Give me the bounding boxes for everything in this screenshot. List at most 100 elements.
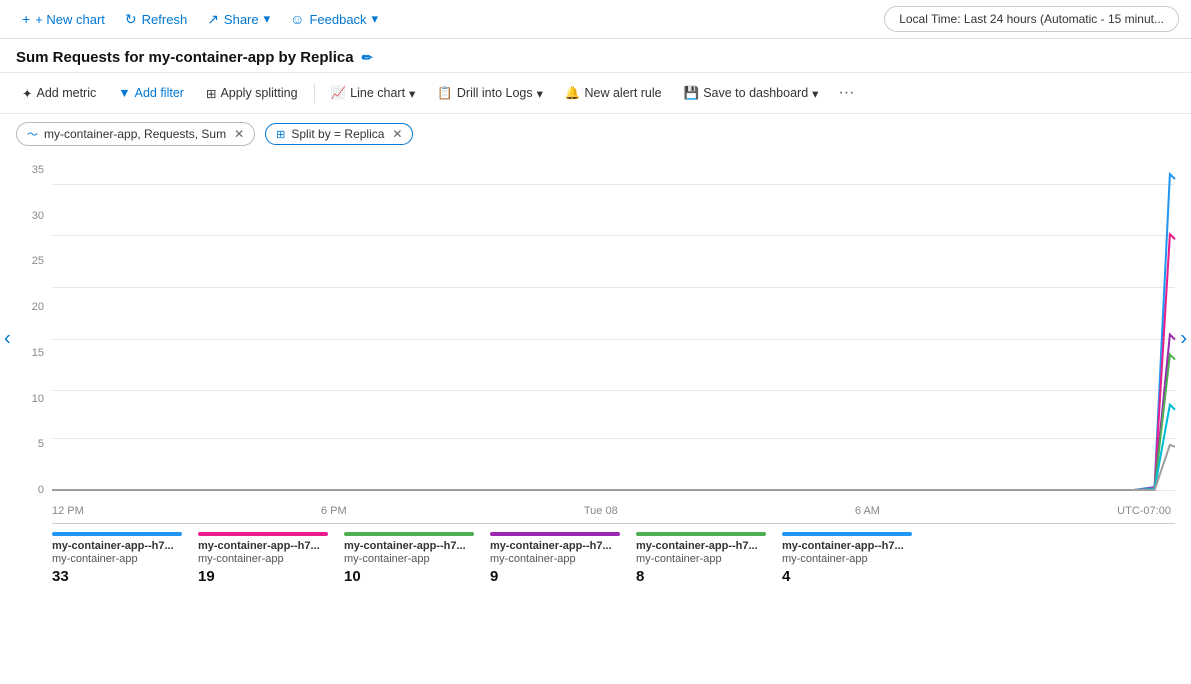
legend-item: my-container-app--h7... my-container-app…	[344, 532, 474, 585]
legend-sub: my-container-app	[52, 553, 182, 565]
add-filter-label: Add filter	[135, 86, 184, 100]
legend-color-bar	[52, 532, 182, 536]
plus-icon: +	[22, 11, 30, 27]
drill-chevron-icon: ▾	[537, 86, 543, 101]
line-chart-icon: 📈	[331, 86, 347, 101]
more-icon: ···	[838, 84, 854, 101]
x-utc: UTC-07:00	[1117, 505, 1171, 517]
save-to-dashboard-button[interactable]: 💾 Save to dashboard ▾	[674, 81, 829, 106]
x-12pm: 12 PM	[52, 505, 84, 517]
legend-item: my-container-app--h7... my-container-app…	[198, 532, 328, 585]
share-icon: ↗	[207, 11, 219, 28]
legend-sub: my-container-app	[344, 553, 474, 565]
metric-chip-icon: 〜	[27, 126, 38, 142]
add-metric-label: Add metric	[36, 86, 96, 100]
page-title-row: Sum Requests for my-container-app by Rep…	[0, 39, 1191, 72]
filter-row: 〜 my-container-app, Requests, Sum ✕ ⊞ Sp…	[0, 114, 1191, 154]
legend-value: 8	[636, 568, 766, 585]
legend-value: 9	[490, 568, 620, 585]
y-axis: 35 30 25 20 15 10 5 0	[16, 154, 52, 524]
y-10: 10	[16, 393, 44, 405]
legend-name: my-container-app--h7...	[198, 540, 328, 552]
more-options-button[interactable]: ···	[830, 79, 862, 107]
metric-chip-close[interactable]: ✕	[234, 127, 244, 141]
x-tue: Tue 08	[584, 505, 618, 517]
legend-item: my-container-app--h7... my-container-app…	[782, 532, 912, 585]
drill-logs-label: Drill into Logs	[457, 86, 533, 100]
legend-name: my-container-app--h7...	[344, 540, 474, 552]
legend-sub: my-container-app	[782, 553, 912, 565]
y-20: 20	[16, 301, 44, 313]
line-chart-chevron-icon: ▾	[409, 86, 415, 101]
share-chevron-icon: ▾	[264, 11, 271, 27]
legend-name: my-container-app--h7...	[490, 540, 620, 552]
logs-icon: 📋	[437, 86, 453, 101]
save-icon: 💾	[684, 86, 700, 101]
chart-plot: 12 PM 6 PM Tue 08 6 AM UTC-07:00	[52, 154, 1175, 524]
add-metric-button[interactable]: ✦ Add metric	[12, 81, 106, 106]
y-0: 0	[16, 484, 44, 496]
share-button[interactable]: ↗ Share ▾	[197, 7, 280, 32]
feedback-icon: ☺	[290, 11, 304, 27]
nav-arrow-right[interactable]: ›	[1176, 324, 1191, 355]
add-filter-button[interactable]: ▼ Add filter	[108, 81, 194, 105]
legend-sub: my-container-app	[198, 553, 328, 565]
page-title: Sum Requests for my-container-app by Rep…	[16, 49, 354, 66]
y-15: 15	[16, 347, 44, 359]
legend-color-bar	[490, 532, 620, 536]
legend-sub: my-container-app	[490, 553, 620, 565]
edit-title-icon[interactable]: ✏	[362, 50, 373, 66]
chart-container: 35 30 25 20 15 10 5 0	[0, 154, 1191, 524]
y-30: 30	[16, 210, 44, 222]
refresh-icon: ↻	[125, 11, 137, 28]
legend-name: my-container-app--h7...	[52, 540, 182, 552]
x-6am: 6 AM	[855, 505, 880, 517]
apply-splitting-label: Apply splitting	[220, 86, 297, 100]
save-chevron-icon: ▾	[812, 86, 818, 101]
legend-color-bar	[782, 532, 912, 536]
filter-icon: ▼	[118, 86, 130, 100]
legend-sub: my-container-app	[636, 553, 766, 565]
chart-inner: 35 30 25 20 15 10 5 0	[16, 154, 1175, 524]
legend-color-bar	[198, 532, 328, 536]
time-range-button[interactable]: Local Time: Last 24 hours (Automatic - 1…	[884, 6, 1179, 32]
x-axis: 12 PM 6 PM Tue 08 6 AM UTC-07:00	[52, 501, 1175, 517]
y-35: 35	[16, 164, 44, 176]
legend-value: 33	[52, 568, 182, 585]
drill-into-logs-button[interactable]: 📋 Drill into Logs ▾	[427, 81, 553, 106]
new-alert-rule-button[interactable]: 🔔 New alert rule	[555, 81, 672, 106]
legend-value: 19	[198, 568, 328, 585]
x-6pm: 6 PM	[321, 505, 347, 517]
line-chart-label: Line chart	[350, 86, 405, 100]
split-chip-label: Split by = Replica	[291, 127, 384, 141]
metric-chip[interactable]: 〜 my-container-app, Requests, Sum ✕	[16, 122, 255, 146]
time-range-label: Local Time: Last 24 hours (Automatic - 1…	[899, 12, 1164, 26]
share-label: Share	[224, 12, 259, 27]
metric-toolbar: ✦ Add metric ▼ Add filter ⊞ Apply splitt…	[0, 72, 1191, 114]
split-chip-icon: ⊞	[276, 128, 285, 141]
legend-area: my-container-app--h7... my-container-app…	[0, 524, 1191, 589]
split-icon: ⊞	[206, 86, 216, 101]
feedback-button[interactable]: ☺ Feedback ▾	[280, 7, 388, 31]
new-chart-button[interactable]: + + New chart	[12, 7, 115, 31]
y-5: 5	[16, 438, 44, 450]
legend-item: my-container-app--h7... my-container-app…	[490, 532, 620, 585]
legend-color-bar	[344, 532, 474, 536]
legend-color-bar	[636, 532, 766, 536]
toolbar-divider-1	[314, 83, 315, 103]
alert-rule-label: New alert rule	[585, 86, 662, 100]
legend-value: 4	[782, 568, 912, 585]
add-metric-icon: ✦	[22, 86, 32, 101]
save-dashboard-label: Save to dashboard	[703, 86, 808, 100]
metric-chip-label: my-container-app, Requests, Sum	[44, 127, 226, 141]
refresh-button[interactable]: ↻ Refresh	[115, 7, 197, 32]
split-chip-close[interactable]: ✕	[392, 127, 402, 141]
apply-splitting-button[interactable]: ⊞ Apply splitting	[196, 81, 308, 106]
legend-value: 10	[344, 568, 474, 585]
line-chart-button[interactable]: 📈 Line chart ▾	[321, 81, 426, 106]
refresh-label: Refresh	[142, 12, 188, 27]
split-chip[interactable]: ⊞ Split by = Replica ✕	[265, 123, 413, 145]
y-25: 25	[16, 255, 44, 267]
legend-item: my-container-app--h7... my-container-app…	[636, 532, 766, 585]
legend-name: my-container-app--h7...	[636, 540, 766, 552]
